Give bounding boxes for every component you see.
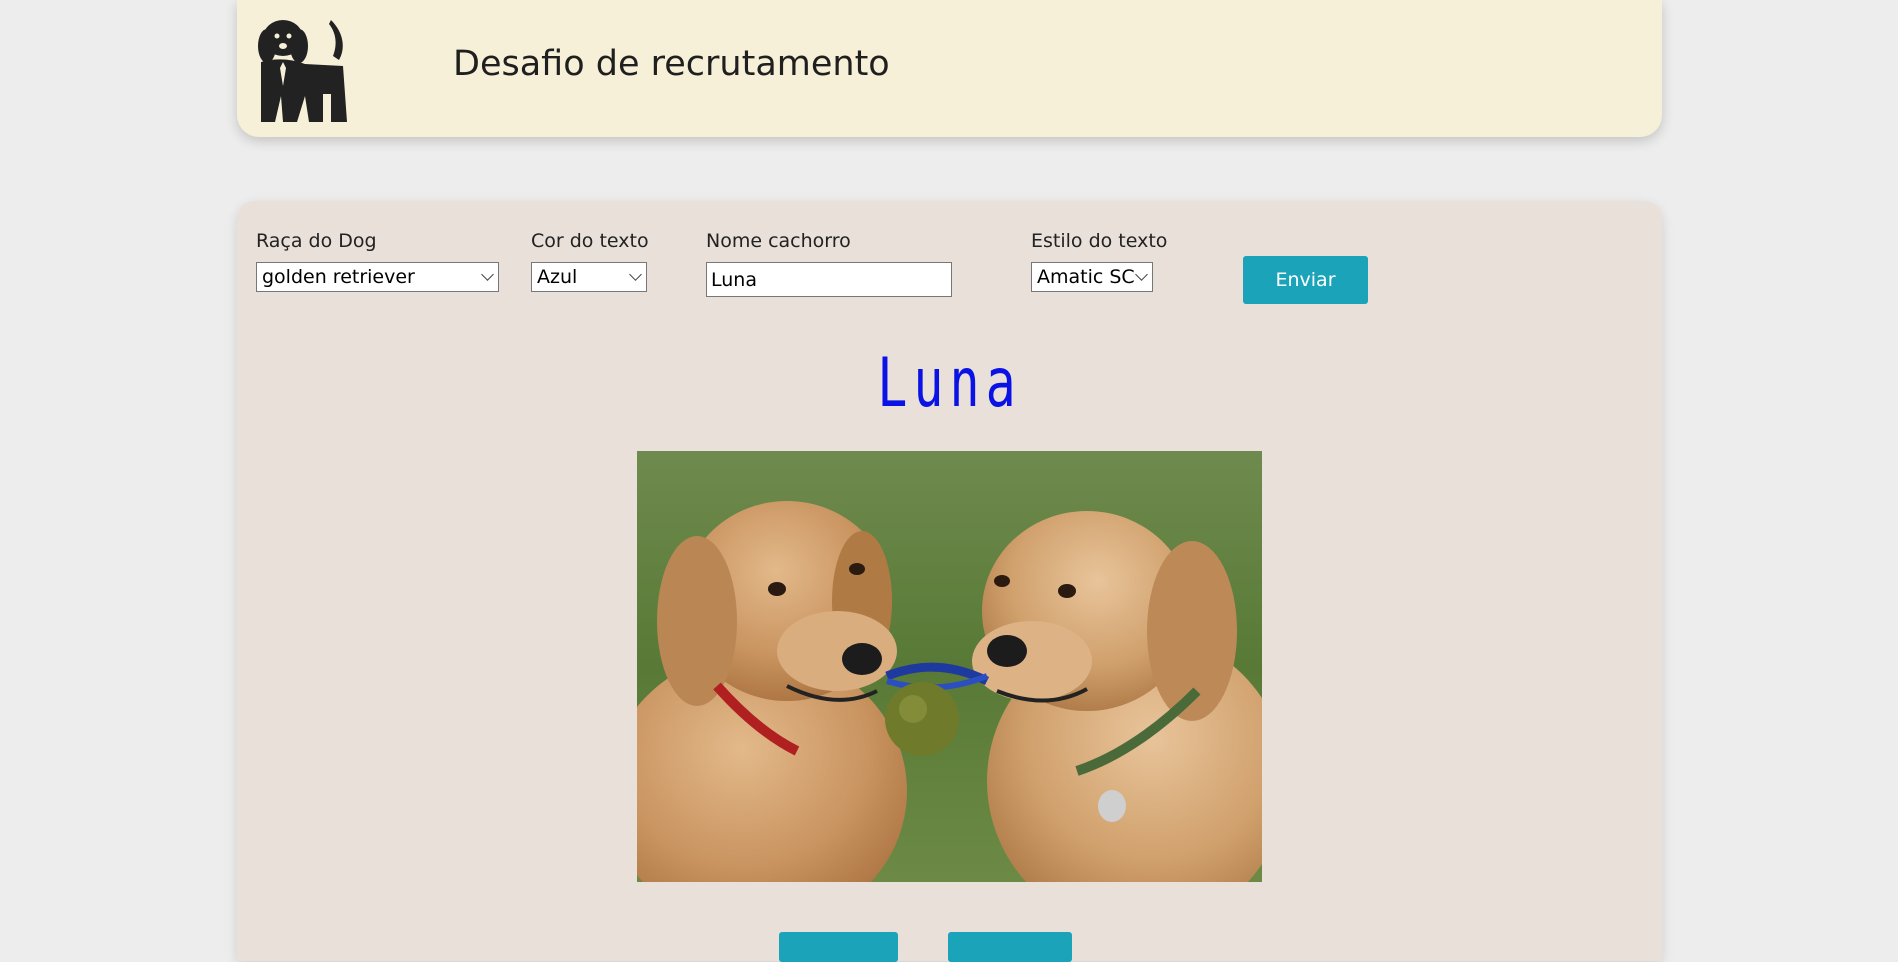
chevron-down-icon bbox=[629, 268, 642, 281]
golden-retriever-photo bbox=[637, 451, 1262, 882]
dog-name-display: Luna bbox=[877, 344, 1022, 423]
page-title: Desafio de recrutamento bbox=[453, 44, 890, 84]
breed-field: Raça do Dog golden retriever bbox=[256, 230, 499, 292]
color-select[interactable]: Azul bbox=[531, 262, 647, 292]
style-field: Estilo do texto Amatic SC bbox=[1031, 230, 1167, 292]
style-select[interactable]: Amatic SC bbox=[1031, 262, 1153, 292]
breed-select[interactable]: golden retriever bbox=[256, 262, 499, 292]
color-label: Cor do texto bbox=[531, 230, 649, 252]
name-field: Nome cachorro Luna bbox=[706, 230, 952, 297]
main-panel: Raça do Dog golden retriever Cor do text… bbox=[237, 201, 1662, 962]
color-select-value: Azul bbox=[537, 266, 578, 288]
chevron-down-icon bbox=[1135, 268, 1148, 281]
name-label: Nome cachorro bbox=[706, 230, 851, 252]
name-input[interactable]: Luna bbox=[706, 262, 952, 297]
style-label: Estilo do texto bbox=[1031, 230, 1168, 252]
style-select-value: Amatic SC bbox=[1037, 266, 1135, 288]
breed-label: Raça do Dog bbox=[256, 230, 377, 252]
color-field: Cor do texto Azul bbox=[531, 230, 649, 292]
dog-logo-icon bbox=[258, 20, 347, 122]
app-header: Desafio de recrutamento bbox=[237, 0, 1662, 137]
chevron-down-icon bbox=[481, 268, 494, 281]
submit-button[interactable]: Enviar bbox=[1243, 256, 1368, 304]
dog-photo bbox=[637, 451, 1262, 882]
breed-select-value: golden retriever bbox=[262, 266, 415, 288]
